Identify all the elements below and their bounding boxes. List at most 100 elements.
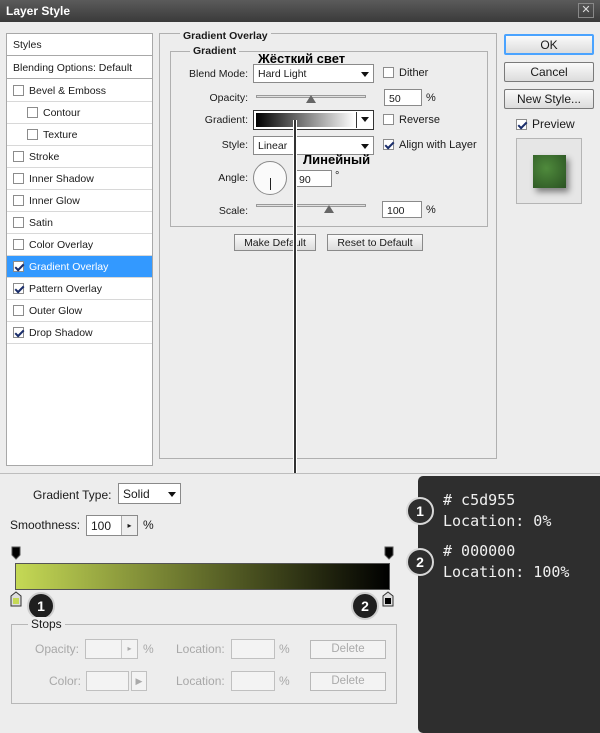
scale-input[interactable]: 100 xyxy=(382,201,422,218)
smoothness-input[interactable]: 100 ▸ xyxy=(86,515,138,536)
opacity-stop-left[interactable] xyxy=(11,546,21,563)
window-title: Layer Style xyxy=(6,4,71,18)
style-item-drop-shadow[interactable]: Drop Shadow xyxy=(7,322,152,344)
stop-opacity-label: Opacity: xyxy=(35,642,80,656)
stop1-location-text: Location: 0% xyxy=(443,512,552,530)
style-item-satin[interactable]: Satin xyxy=(7,212,152,234)
window-title-bar: Layer Style xyxy=(0,0,600,22)
reset-to-default-button[interactable]: Reset to Default xyxy=(327,234,423,251)
close-icon[interactable]: ✕ xyxy=(578,3,594,18)
stop-opacity-location-input xyxy=(231,639,275,659)
style-item-stroke[interactable]: Stroke xyxy=(7,146,152,168)
smoothness-pct: % xyxy=(143,518,154,532)
stop-color-location-label: Location: xyxy=(176,674,225,688)
styles-list: Styles Blending Options: Default Bevel &… xyxy=(6,33,153,466)
style-item-inner-glow[interactable]: Inner Glow xyxy=(7,190,152,212)
stop-color-location-input xyxy=(231,671,275,691)
cancel-button[interactable]: Cancel xyxy=(504,62,594,82)
blending-options-item[interactable]: Blending Options: Default xyxy=(7,57,152,79)
panel-title: Gradient Overlay xyxy=(180,30,271,42)
scale-label: Scale: xyxy=(218,205,248,217)
color-stop-right[interactable] xyxy=(382,591,394,610)
checkbox-icon[interactable] xyxy=(27,107,38,118)
checkbox-icon[interactable] xyxy=(13,173,24,184)
angle-label: Angle: xyxy=(218,172,248,184)
stop-color-label: Color: xyxy=(49,674,82,688)
chevron-down-icon xyxy=(168,492,176,497)
style-item-contour[interactable]: Contour xyxy=(7,102,152,124)
opacity-slider-thumb[interactable] xyxy=(306,95,316,103)
gradient-label: Gradient: xyxy=(204,114,248,126)
preview-swatch xyxy=(533,155,566,188)
opacity-input[interactable]: 50 xyxy=(384,89,422,106)
style-label: Style: xyxy=(221,139,248,151)
chevron-down-icon xyxy=(361,72,369,77)
stop-opacity-pct: % xyxy=(143,642,154,656)
style-item-outer-glow[interactable]: Outer Glow xyxy=(7,300,152,322)
degree-symbol: ° xyxy=(335,170,340,182)
scale-pct: % xyxy=(426,204,436,216)
smoothness-label: Smoothness: xyxy=(10,518,81,532)
opacity-label: Opacity: xyxy=(209,92,248,104)
checkbox-icon[interactable] xyxy=(13,195,24,206)
gradient-type-select[interactable]: Solid xyxy=(118,483,181,504)
styles-header[interactable]: Styles xyxy=(7,34,152,56)
stop-badge-2: 2 xyxy=(351,592,379,620)
group-title: Gradient xyxy=(190,45,240,57)
gradient-picker[interactable] xyxy=(253,110,374,130)
opacity-pct: % xyxy=(426,92,436,104)
stops-group xyxy=(11,624,397,704)
reverse-checkbox[interactable]: Reverse xyxy=(383,114,440,126)
checkbox-icon xyxy=(383,114,394,125)
stop-opacity-location-label: Location: xyxy=(176,642,225,656)
preview-thumbnail xyxy=(516,138,582,204)
preview-checkbox[interactable]: Preview xyxy=(516,117,575,131)
stop2-location-text: Location: 100% xyxy=(443,563,570,581)
style-item-inner-shadow[interactable]: Inner Shadow xyxy=(7,168,152,190)
info-badge-1: 1 xyxy=(406,497,434,525)
checkbox-icon[interactable] xyxy=(13,217,24,228)
checkbox-icon xyxy=(383,67,394,78)
stop-color-location-pct: % xyxy=(279,674,290,688)
style-item-gradient-overlay[interactable]: Gradient Overlay xyxy=(7,256,152,278)
scale-slider-track[interactable] xyxy=(256,204,366,207)
style-annotation: Линейный xyxy=(303,152,371,167)
info-badge-2: 2 xyxy=(406,548,434,576)
gradient-bar[interactable] xyxy=(15,563,390,590)
checkbox-icon[interactable] xyxy=(13,239,24,250)
style-item-pattern-overlay[interactable]: Pattern Overlay xyxy=(7,278,152,300)
style-item-bevel-emboss[interactable]: Bevel & Emboss xyxy=(7,80,152,102)
checkbox-icon[interactable] xyxy=(13,327,24,338)
checkbox-icon[interactable] xyxy=(13,305,24,316)
align-with-layer-checkbox[interactable]: Align with Layer xyxy=(383,139,477,151)
style-item-texture[interactable]: Texture xyxy=(7,124,152,146)
checkbox-icon[interactable] xyxy=(13,283,24,294)
stop-badge-1: 1 xyxy=(27,592,55,620)
scale-slider-thumb[interactable] xyxy=(324,205,335,213)
chevron-down-icon xyxy=(361,144,369,149)
stops-title: Stops xyxy=(28,617,65,631)
stop-color-arrow-icon: ▶ xyxy=(131,671,147,691)
chevron-down-icon xyxy=(361,117,369,122)
checkbox-icon[interactable] xyxy=(13,85,24,96)
stop-opacity-delete-button: Delete xyxy=(310,640,386,659)
ok-button[interactable]: OK xyxy=(504,34,594,55)
new-style-button[interactable]: New Style... xyxy=(504,89,594,109)
smoothness-stepper-icon[interactable]: ▸ xyxy=(121,516,137,535)
blend-mode-select[interactable]: Hard Light xyxy=(253,64,374,83)
checkbox-icon xyxy=(383,139,394,150)
gradient-dropdown[interactable] xyxy=(356,112,372,128)
style-item-color-overlay[interactable]: Color Overlay xyxy=(7,234,152,256)
checkbox-icon xyxy=(516,119,527,130)
checkbox-icon[interactable] xyxy=(27,129,38,140)
checkbox-icon[interactable] xyxy=(13,151,24,162)
stop-opacity-input: ▸ xyxy=(85,639,138,659)
angle-dial-needle xyxy=(270,178,271,190)
stop-color-swatch xyxy=(86,671,129,691)
dither-checkbox[interactable]: Dither xyxy=(383,67,428,79)
opacity-stop-right[interactable] xyxy=(384,546,394,563)
stop1-color-text: # c5d955 xyxy=(443,491,516,509)
color-stop-left[interactable] xyxy=(10,591,22,610)
stop-opacity-location-pct: % xyxy=(279,642,290,656)
checkbox-icon[interactable] xyxy=(13,261,24,272)
